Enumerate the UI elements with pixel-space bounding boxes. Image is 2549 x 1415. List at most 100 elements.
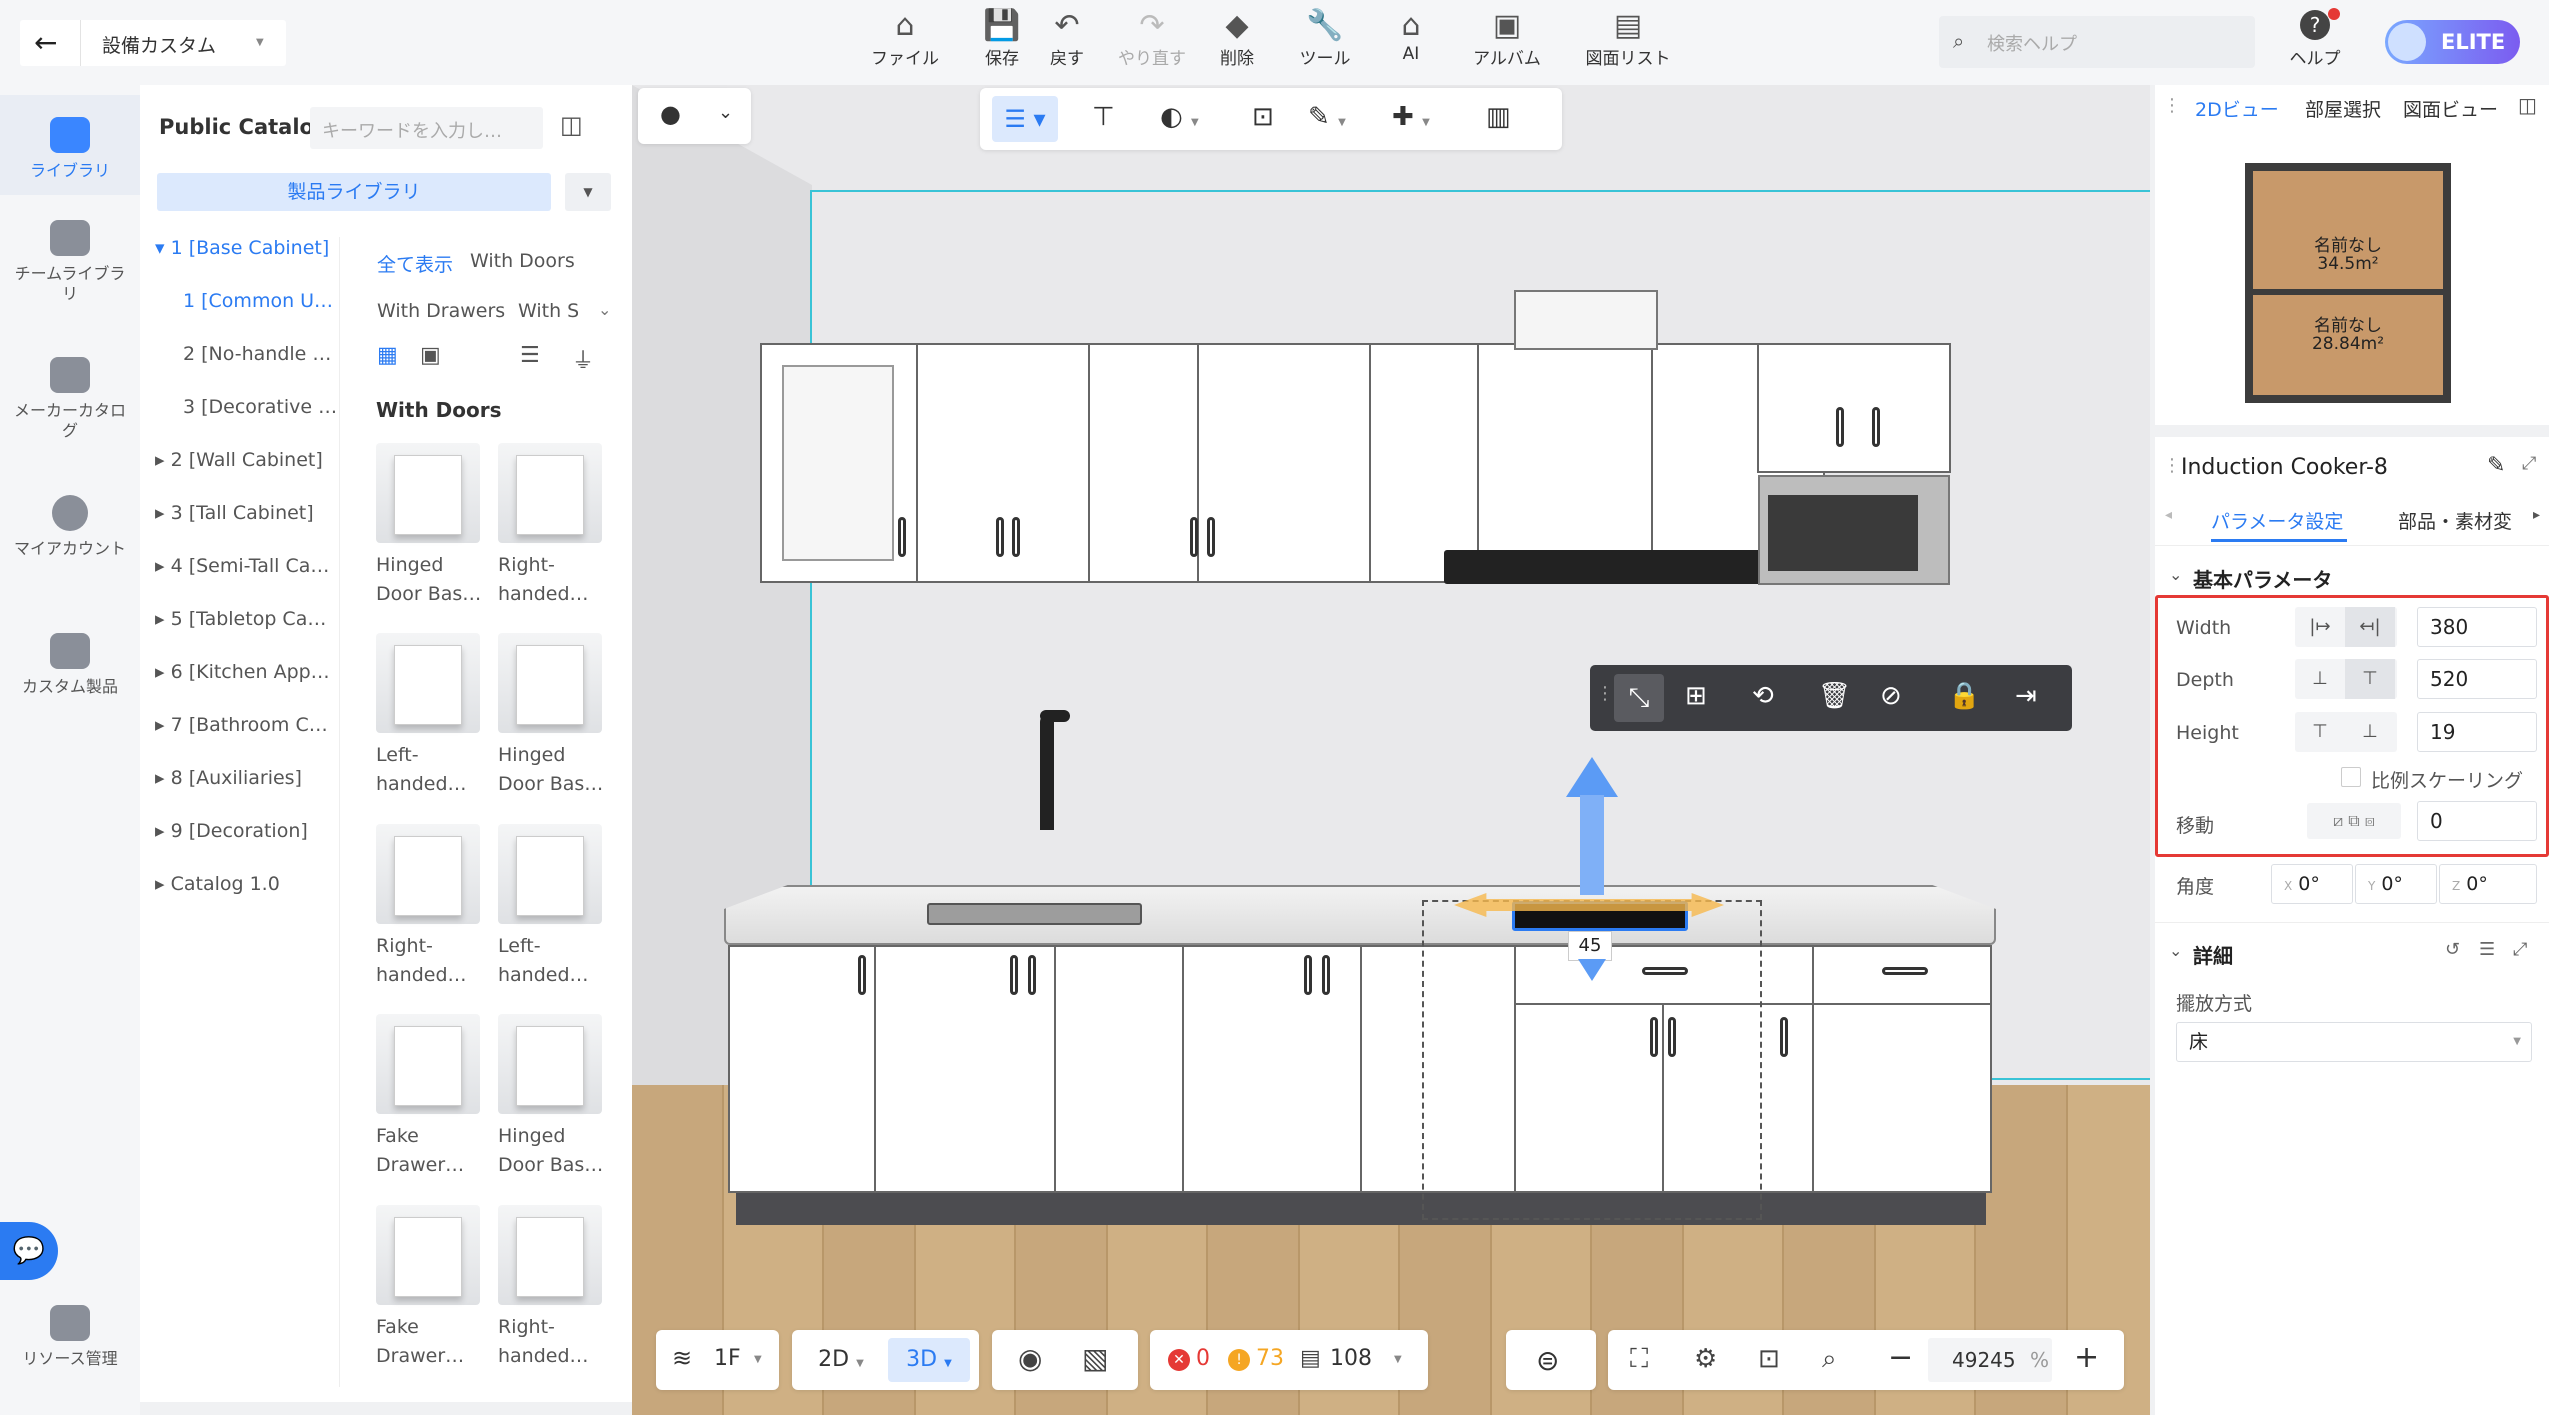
anchor-front-icon[interactable]: ⊥ <box>2295 659 2345 699</box>
product-library-button[interactable]: 製品ライブラリ <box>157 173 551 211</box>
anchor-back-icon[interactable]: ⊤ <box>2345 659 2395 699</box>
tree-item[interactable]: ▸ Catalog 1.0 <box>155 873 280 895</box>
trash-icon[interactable]: 🗑 <box>1818 681 1851 711</box>
ai-button[interactable]: ⌂ AI <box>1371 8 1451 64</box>
rail-my-account[interactable]: マイアカウント <box>0 495 140 559</box>
grid-large-icon[interactable]: ▣ <box>420 343 441 368</box>
product-item[interactable]: Fake Drawer… <box>376 1014 486 1180</box>
elite-badge[interactable]: ELITE <box>2385 20 2520 64</box>
filter-icon[interactable]: ⏚ <box>572 343 594 375</box>
check-status[interactable]: ✕ 0 ! 73 ▤ 108 ▼ <box>1150 1330 1428 1390</box>
move-mode-buttons[interactable]: ⧄ ⧉ ⧇ <box>2307 803 2401 839</box>
settings-toggle[interactable]: ⊜ <box>1506 1330 1596 1390</box>
zoom-window-icon[interactable]: ⌕ <box>1822 1344 1837 1375</box>
file-menu-button[interactable]: ⌂ ファイル <box>865 8 945 69</box>
filter-with-sink[interactable]: With Si <box>518 300 578 322</box>
tree-item[interactable]: ▸ 5 [Tabletop Ca… <box>155 608 326 630</box>
product-item[interactable]: Hinged Door Bas… <box>498 1014 608 1180</box>
tree-item[interactable]: ▸ 6 [Kitchen App… <box>155 661 330 683</box>
tree-item[interactable]: 3 [Decorative … <box>183 396 337 418</box>
palette-icon[interactable]: ◐ ▼ <box>1160 102 1199 132</box>
drag-handle-icon[interactable]: ⋮ <box>2163 455 2181 476</box>
grid-small-icon[interactable]: ▦ <box>377 343 398 368</box>
drawing-list-button[interactable]: ▤ 図面リスト <box>1578 8 1678 69</box>
filter-all[interactable]: 全て表示 <box>377 250 453 277</box>
product-item[interactable]: Hinged Door Bas… <box>498 633 608 799</box>
material-brush-icon[interactable]: ✎ ▼ <box>1308 102 1346 132</box>
annotation-icon[interactable]: ☰ ▾ <box>992 96 1058 142</box>
album-button[interactable]: ▣ アルバム <box>1467 8 1547 69</box>
more-icon[interactable]: ⇥ <box>2015 681 2037 711</box>
room-2[interactable]: 名前なし 28.84m² <box>2253 295 2443 395</box>
chevron-down-icon[interactable]: ⌄ <box>598 300 611 319</box>
chevron-left-icon[interactable]: ◂ <box>2165 507 2172 523</box>
width-anchor-buttons[interactable]: |↦ ↤| <box>2295 607 2397 647</box>
help-button[interactable]: ? ヘルプ <box>2280 8 2350 69</box>
chevron-down-icon[interactable]: ⌄ <box>2169 941 2182 960</box>
product-item[interactable]: Right-handed… <box>498 1205 608 1371</box>
cube-icon[interactable]: ▧ <box>1082 1342 1108 1375</box>
camera-reset-icon[interactable]: ⛶ <box>1630 1344 1648 1375</box>
delete-button[interactable]: ◆ 削除 <box>1197 8 1277 69</box>
sort-icon[interactable]: ☰ <box>520 343 540 368</box>
catalog-search-input[interactable]: キーワードを入力し… <box>310 107 543 149</box>
anchor-left-icon[interactable]: |↦ <box>2295 607 2345 647</box>
proportional-scaling-checkbox[interactable] <box>2341 767 2361 787</box>
move-arrow-up[interactable] <box>1566 757 1618 797</box>
expand-icon[interactable]: ⤢ <box>2513 939 2527 960</box>
tree-item[interactable]: 2 [No-handle … <box>183 343 331 365</box>
help-search-input[interactable]: ⌕ 検索ヘルプ <box>1939 16 2255 68</box>
redo-button[interactable]: ↷ やり直す <box>1112 8 1192 69</box>
edit-icon[interactable]: ✎ <box>2487 453 2505 478</box>
add-copy-icon[interactable]: ⊞ <box>1685 681 1707 711</box>
product-item[interactable]: Hinged Door Bas… <box>376 443 486 609</box>
collapse-icon[interactable]: ◫ <box>2518 93 2537 117</box>
anchor-bottom-icon[interactable]: ⊥ <box>2345 712 2395 752</box>
drag-handle-icon[interactable]: ⋮ <box>1596 683 1614 704</box>
tree-item[interactable]: ▸ 7 [Bathroom C… <box>155 714 328 736</box>
tab-parameters[interactable]: パラメータ設定 <box>2211 507 2343 534</box>
tree-item[interactable]: ▸ 8 [Auxiliaries] <box>155 767 302 789</box>
undo-button[interactable]: ↶ 戻す <box>1027 8 1107 69</box>
rail-custom-products[interactable]: カスタム製品 <box>0 633 140 697</box>
chevron-down-icon[interactable]: ⌄ <box>2169 565 2182 584</box>
camera-settings-icon[interactable]: ⚙ <box>1694 1344 1717 1374</box>
zoom-input[interactable]: 49245 % <box>1928 1338 2052 1382</box>
floorplan-map[interactable]: 名前なし 34.5m² 名前なし 28.84m² <box>2245 163 2451 403</box>
list-icon[interactable]: ☰ <box>2479 939 2495 960</box>
hide-icon[interactable]: ⊘ <box>1880 681 1902 711</box>
tree-item[interactable]: ▸ 9 [Decoration] <box>155 820 308 842</box>
plugin-icon[interactable]: ✚ ▼ <box>1392 102 1430 132</box>
width-input[interactable]: 380 <box>2417 607 2537 647</box>
drag-handle-icon[interactable]: ⋮ <box>2163 95 2181 116</box>
product-item[interactable]: Left-handed… <box>498 824 608 990</box>
depth-input[interactable]: 520 <box>2417 659 2537 699</box>
back-arrow-icon[interactable]: ← <box>34 26 57 59</box>
rail-library[interactable]: ライブラリ <box>0 95 140 195</box>
angle-x-input[interactable]: X 0° <box>2271 864 2353 904</box>
render-icon[interactable]: ▥ <box>1486 102 1511 132</box>
replace-icon[interactable]: ⟲ <box>1752 681 1774 711</box>
resize-icon[interactable]: ⤡ <box>1614 674 1664 722</box>
tree-item[interactable]: ▸ 4 [Semi-Tall Ca… <box>155 555 329 577</box>
product-item[interactable]: Fake Drawer… <box>376 1205 486 1371</box>
anchor-right-icon[interactable]: ↤| <box>2345 607 2395 647</box>
filter-with-drawers[interactable]: With Drawers <box>377 300 505 322</box>
expand-icon[interactable]: ⤢ <box>2522 453 2536 474</box>
product-item[interactable]: Left-handed… <box>376 633 486 799</box>
floor-selector[interactable]: ≋ 1F ▼ <box>656 1330 779 1390</box>
tree-item[interactable]: ▸ 3 [Tall Cabinet] <box>155 502 314 524</box>
layout-toggle-icon[interactable]: ◫ <box>560 111 583 139</box>
rail-resource-management[interactable]: リソース管理 <box>0 1305 140 1369</box>
product-item[interactable]: Right-handed… <box>376 824 486 990</box>
project-name[interactable]: 設備カスタム <box>102 31 216 58</box>
tab-drawing-view[interactable]: 図面ビュー <box>2403 95 2498 122</box>
rail-maker-catalog[interactable]: メーカーカタログ <box>0 357 140 441</box>
product-item[interactable]: Right-handed… <box>498 443 608 609</box>
chat-button[interactable]: 💬 <box>0 1222 58 1280</box>
rail-team-library[interactable]: チームライブラリ <box>0 220 140 304</box>
height-anchor-buttons[interactable]: ⊤ ⊥ <box>2295 712 2397 752</box>
tree-item[interactable]: 1 [Common U… <box>183 290 334 312</box>
depth-anchor-buttons[interactable]: ⊥ ⊤ <box>2295 659 2397 699</box>
move-arrow-up-shaft[interactable] <box>1580 795 1604 895</box>
